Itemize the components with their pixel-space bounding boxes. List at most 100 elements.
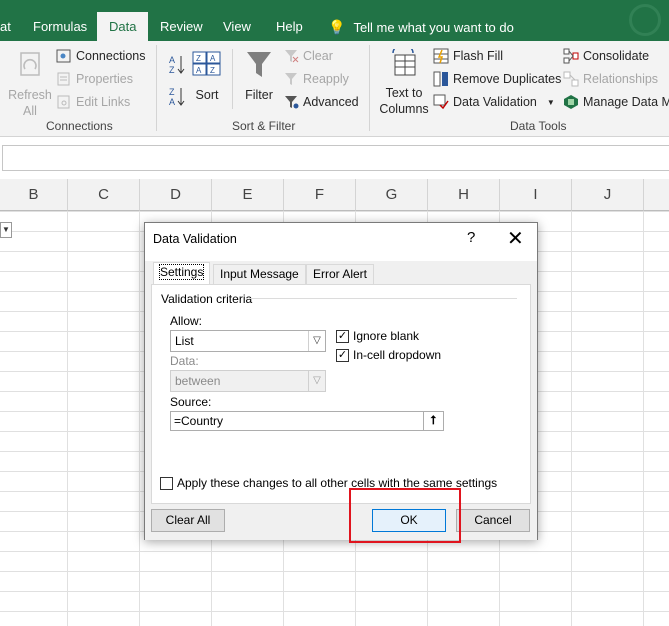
clear-label: Clear (303, 49, 333, 63)
column-header-b[interactable]: B (0, 179, 68, 211)
column-header-d[interactable]: D (140, 179, 212, 211)
advanced-label: Advanced (303, 95, 359, 109)
column-header-c[interactable]: C (68, 179, 140, 211)
manage-data-model-button[interactable]: Manage Data Mo (563, 94, 669, 110)
chevron-down-icon[interactable]: ▽ (308, 371, 325, 391)
column-header-g[interactable]: G (356, 179, 428, 211)
tab-data[interactable]: Data (97, 12, 149, 41)
ignore-blank-checkbox[interactable]: ✓ Ignore blank (336, 329, 419, 343)
flash-fill-label: Flash Fill (453, 49, 504, 63)
sort-dialog-icon: Z AA Z (192, 51, 221, 76)
cancel-button[interactable]: Cancel (456, 509, 530, 532)
reapply-icon (283, 71, 299, 87)
data-label: Data: (170, 354, 199, 368)
checkmark-icon: ✓ (336, 329, 349, 343)
filter-funnel-icon (247, 52, 271, 77)
refresh-all-button[interactable]: Refresh All (8, 49, 52, 119)
ok-highlight-box (349, 488, 461, 543)
connections-label: Connections (76, 49, 146, 63)
checkbox-empty-icon (160, 476, 173, 490)
filter-button[interactable]: Filter (240, 49, 278, 103)
edit-links-icon (56, 94, 72, 110)
svg-text:Z: Z (210, 66, 215, 75)
svg-text:A: A (169, 55, 175, 65)
clear-filter-icon (283, 48, 299, 64)
edit-links-button[interactable]: Edit Links (56, 94, 130, 110)
ignore-blank-label: Ignore blank (353, 329, 420, 343)
text-to-columns-button[interactable]: Text to Columns (378, 43, 430, 117)
advanced-filter-icon (283, 94, 299, 110)
source-label: Source: (170, 395, 212, 409)
connections-button[interactable]: Connections (56, 48, 146, 64)
tab-view[interactable]: View (223, 0, 251, 41)
clear-all-button[interactable]: Clear All (151, 509, 225, 532)
data-validation-button[interactable]: Data Validation ▼ (433, 94, 555, 110)
manage-data-model-label: Manage Data Mo (583, 95, 669, 109)
group-separator-2 (369, 45, 370, 131)
ribbon-tab-bar: at Formulas Data Review View Help 💡 Tell … (0, 0, 669, 41)
tab-error-alert[interactable]: Error Alert (306, 264, 375, 285)
flash-fill-button[interactable]: Flash Fill (433, 48, 503, 64)
range-picker-icon[interactable]: ⭡ (423, 412, 443, 430)
data-validation-dropdown-icon[interactable]: ▼ (547, 98, 555, 107)
tell-me-label: Tell me what you want to do (353, 20, 514, 35)
data-model-icon (563, 94, 579, 110)
tab-input-message[interactable]: Input Message (213, 264, 306, 285)
column-header-e[interactable]: E (212, 179, 284, 211)
tab-help[interactable]: Help (276, 0, 303, 41)
tab-review[interactable]: Review (160, 0, 203, 41)
svg-text:A: A (196, 66, 202, 75)
close-icon[interactable]: ✕ (507, 226, 524, 251)
flash-fill-icon (433, 48, 449, 64)
relationships-icon (563, 71, 579, 87)
svg-text:A: A (169, 97, 175, 107)
remove-duplicates-icon (433, 71, 449, 87)
tab-settings-label: Settings (158, 264, 205, 280)
relationships-label: Relationships (583, 72, 659, 86)
dialog-title: Data Validation (153, 232, 237, 246)
svg-text:Z: Z (169, 87, 175, 97)
column-header-j[interactable]: J (572, 179, 644, 211)
tab-formulas[interactable]: Formulas (33, 0, 87, 41)
sort-filter-divider (232, 49, 233, 109)
advanced-filter-button[interactable]: Advanced (283, 94, 359, 110)
remove-duplicates-label: Remove Duplicates (453, 72, 562, 86)
svg-text:Z: Z (196, 54, 201, 63)
column-header-f[interactable]: F (284, 179, 356, 211)
chevron-down-icon[interactable]: ▽ (308, 331, 325, 351)
column-header-i[interactable]: I (500, 179, 572, 211)
source-input[interactable]: =Country ⭡ (170, 411, 444, 431)
tab-layout[interactable]: at (0, 0, 11, 41)
tell-me-search[interactable]: 💡 Tell me what you want to do (328, 0, 514, 41)
group-label-connections: Connections (46, 119, 113, 133)
consolidate-icon (563, 48, 579, 64)
dialog-body: Settings Input Message Error Alert Valid… (145, 261, 537, 540)
data-dropdown[interactable]: between ▽ (170, 370, 326, 392)
remove-duplicates-button[interactable]: Remove Duplicates (433, 71, 561, 87)
connections-icon (56, 48, 72, 64)
column-header-h[interactable]: H (428, 179, 500, 211)
refresh-icon (20, 52, 40, 76)
sort-button[interactable]: ZAAZ Sort (192, 51, 222, 103)
checkmark-icon: ✓ (336, 348, 349, 362)
tab-settings[interactable]: Settings (153, 262, 211, 285)
reapply-button[interactable]: Reapply (283, 71, 349, 87)
clear-button[interactable]: Clear (283, 48, 333, 64)
formula-bar-area (0, 137, 669, 179)
formula-bar-input[interactable] (2, 145, 669, 171)
sort-label: Sort (195, 88, 219, 102)
allow-dropdown[interactable]: List ▽ (170, 330, 326, 352)
group-separator (156, 45, 157, 131)
sort-az-button[interactable]: AZ (168, 53, 186, 75)
allow-label: Allow: (170, 314, 203, 328)
consolidate-label: Consolidate (583, 49, 650, 63)
sort-za-button[interactable]: ZA (168, 85, 186, 107)
properties-button[interactable]: Properties (56, 71, 133, 87)
help-icon[interactable]: ? (467, 229, 475, 246)
consolidate-button[interactable]: Consolidate (563, 48, 649, 64)
cell-dropdown-arrow-icon[interactable]: ▼ (0, 222, 12, 238)
watermark-logo-icon (629, 4, 661, 36)
relationships-button[interactable]: Relationships (563, 71, 658, 87)
column-header-k[interactable] (644, 179, 669, 211)
in-cell-dropdown-checkbox[interactable]: ✓ In-cell dropdown (336, 348, 441, 362)
